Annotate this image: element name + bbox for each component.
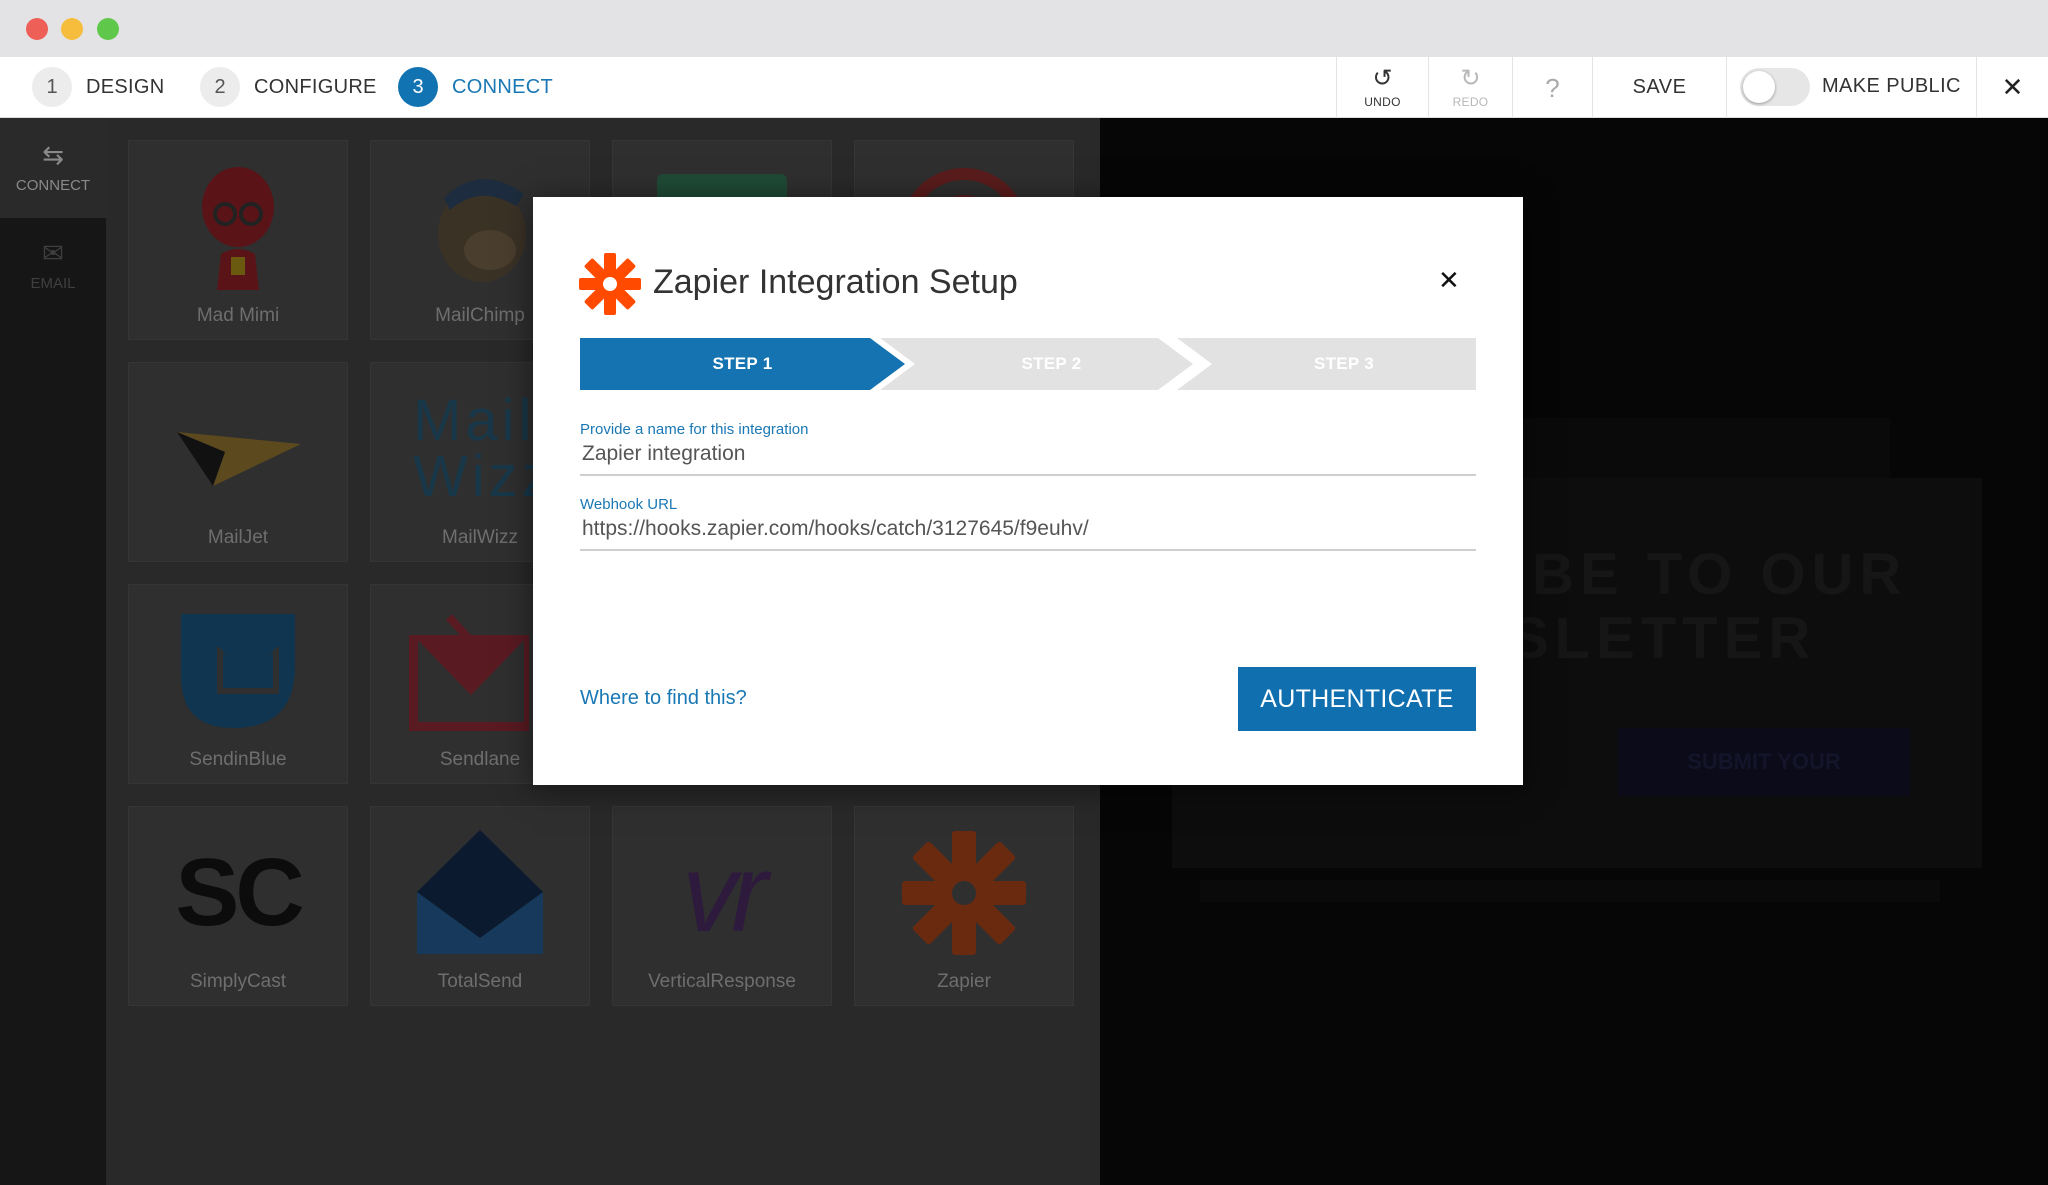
step-label: CONNECT <box>452 75 553 98</box>
provider-tile-sendinblue[interactable]: SendinBlue <box>128 584 348 784</box>
integration-name-label: Provide a name for this integration <box>580 421 809 438</box>
totalsend-logo-icon <box>371 823 589 963</box>
close-icon: ✕ <box>2001 72 2024 102</box>
undo-label: UNDO <box>1364 94 1401 109</box>
save-label: SAVE <box>1632 76 1687 98</box>
provider-name: SimplyCast <box>189 971 287 992</box>
preview-footer-line <box>1200 880 1940 902</box>
simplycast-logo-icon: SC <box>129 823 347 963</box>
provider-tile-madmimi[interactable]: Mad Mimi <box>128 140 348 340</box>
zapier-logo-icon <box>578 252 642 316</box>
simplycast-logo-text: SC <box>175 839 304 946</box>
close-window-button[interactable] <box>26 18 48 40</box>
step-connect[interactable]: 3 CONNECT <box>398 67 553 107</box>
provider-tile-mailjet[interactable]: MailJet <box>128 362 348 562</box>
redo-button[interactable]: ↻ REDO <box>1428 57 1512 118</box>
wizard-steps: STEP 3 STEP 2 STEP 1 <box>580 338 1476 390</box>
preview-headline-line1: IBE TO OUR <box>1510 542 1908 607</box>
webhook-url-field: Webhook URL <box>580 496 1476 551</box>
redo-label: REDO <box>1452 94 1489 109</box>
zoom-window-button[interactable] <box>97 18 119 40</box>
undo-button[interactable]: ↺ UNDO <box>1336 57 1428 118</box>
provider-tile-totalsend[interactable]: TotalSend <box>370 806 590 1006</box>
provider-name: SendinBlue <box>189 749 287 770</box>
zapier-logo-icon <box>855 823 1073 963</box>
webhook-url-input[interactable] <box>580 513 1476 549</box>
help-icon: ? <box>1545 72 1560 103</box>
redo-icon: ↻ <box>1460 64 1481 92</box>
preview-submit-button: SUBMIT YOUR <box>1618 728 1910 796</box>
undo-icon: ↺ <box>1372 64 1393 92</box>
window-titlebar <box>0 0 2048 57</box>
rail-item-connect[interactable]: ⇆ CONNECT <box>0 118 106 218</box>
step-number: 3 <box>398 67 438 107</box>
wizard-step-3[interactable]: STEP 3 <box>1177 338 1476 390</box>
modal-close-icon[interactable]: ✕ <box>1438 265 1460 296</box>
arrows-exchange-icon: ⇆ <box>42 140 64 170</box>
authenticate-button[interactable]: AUTHENTICATE <box>1238 667 1476 731</box>
make-public-label: MAKE PUBLIC <box>1822 75 1961 97</box>
mailwizz-logo-text: Mail Wizz <box>413 388 555 509</box>
provider-name: Zapier <box>937 971 991 992</box>
preview-submit-label: SUBMIT YOUR <box>1687 749 1841 774</box>
help-button[interactable]: ? <box>1512 57 1592 118</box>
save-button[interactable]: SAVE <box>1592 57 1726 118</box>
integration-name-field: Provide a name for this integration <box>580 421 1476 476</box>
provider-tile-zapier[interactable]: Zapier <box>854 806 1074 1006</box>
webhook-url-label: Webhook URL <box>580 496 678 513</box>
modal-title: Zapier Integration Setup <box>653 263 1018 301</box>
preview-headline-line2: SLETTER <box>1510 606 1817 671</box>
mailjet-logo-icon <box>129 379 347 519</box>
wizard-step-2[interactable]: STEP 2 <box>880 338 1193 390</box>
step-label: CONFIGURE <box>254 75 377 98</box>
rail-item-email[interactable]: ✉ EMAIL <box>0 238 106 292</box>
provider-name: VerticalResponse <box>648 971 796 992</box>
madmimi-logo-icon <box>129 157 347 297</box>
provider-name: MailJet <box>207 527 269 548</box>
close-editor-button[interactable]: ✕ <box>1976 57 2048 118</box>
rail-item-label: CONNECT <box>15 177 91 194</box>
provider-name: TotalSend <box>437 971 523 992</box>
step-number: 1 <box>32 67 72 107</box>
rail-item-label: EMAIL <box>30 275 76 292</box>
top-toolbar: 1 DESIGN 2 CONFIGURE 3 CONNECT ↺ UNDO ↻ … <box>0 57 2048 118</box>
provider-tile-verticalresponse[interactable]: vr VerticalResponse <box>612 806 832 1006</box>
provider-name: Mad Mimi <box>196 305 280 326</box>
toggle-knob <box>1743 71 1775 103</box>
zapier-setup-modal: Zapier Integration Setup ✕ STEP 3 STEP 2… <box>533 197 1523 785</box>
sendinblue-logo-icon <box>129 601 347 741</box>
left-rail: ⇆ CONNECT ✉ EMAIL <box>0 118 106 1185</box>
preview-headline: IBE TO OUR SLETTER <box>1510 543 1907 671</box>
step-label: DESIGN <box>86 75 165 98</box>
where-to-find-link[interactable]: Where to find this? <box>580 687 747 710</box>
provider-tile-simplycast[interactable]: SC SimplyCast <box>128 806 348 1006</box>
verticalresponse-logo-text: vr <box>682 831 768 955</box>
step-design[interactable]: 1 DESIGN <box>32 67 164 107</box>
step-configure[interactable]: 2 CONFIGURE <box>200 67 377 107</box>
make-public-toggle[interactable] <box>1740 68 1810 106</box>
step-number: 2 <box>200 67 240 107</box>
envelope-icon: ✉ <box>42 238 64 268</box>
wizard-step-1[interactable]: STEP 1 <box>580 338 905 390</box>
minimize-window-button[interactable] <box>61 18 83 40</box>
integration-name-input[interactable] <box>580 438 1476 474</box>
verticalresponse-logo-icon: vr <box>613 823 831 963</box>
